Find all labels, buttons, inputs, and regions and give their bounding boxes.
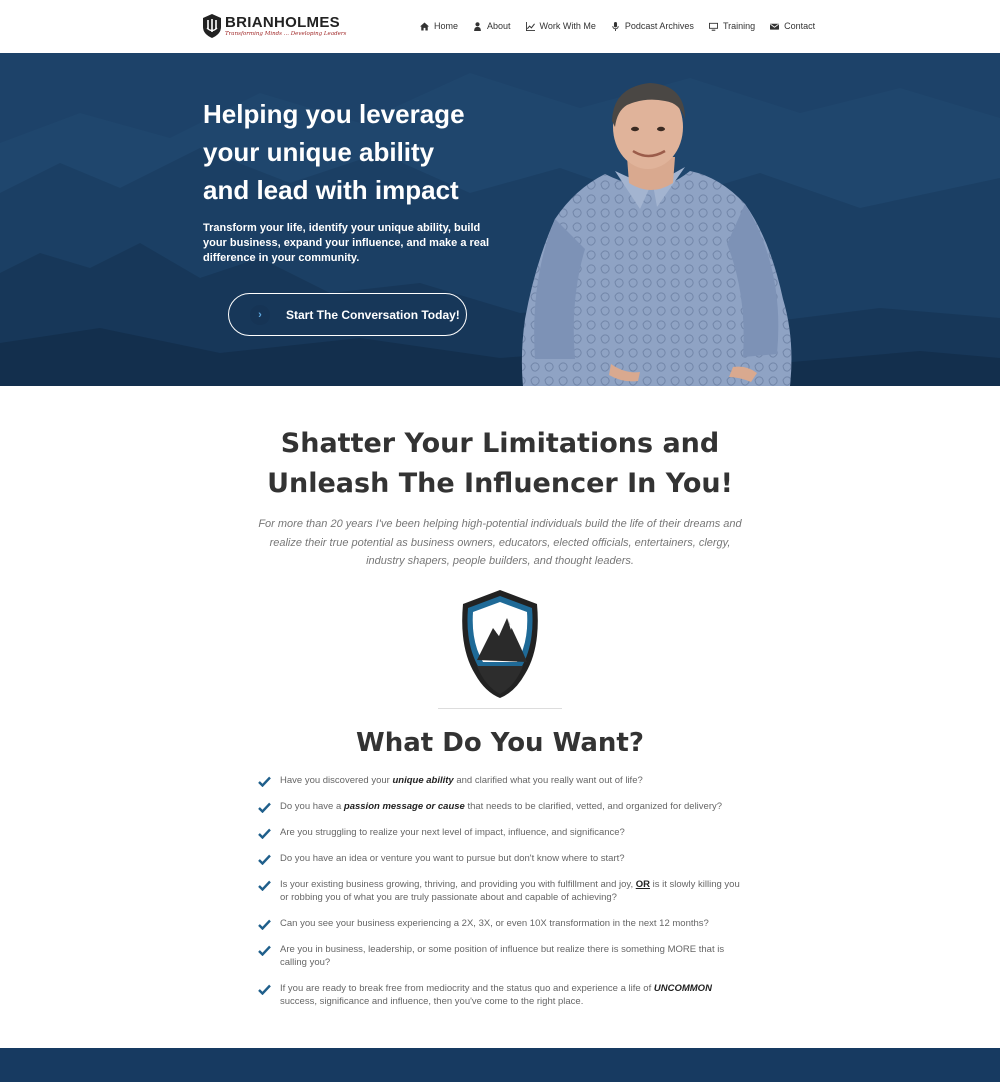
- checklist-emphasis: UNCOMMON: [653, 983, 712, 994]
- intro-heading: Shatter Your Limitations and Unleash The…: [0, 424, 1000, 504]
- nav-item-work-with-me[interactable]: Work With Me: [525, 20, 596, 32]
- mountain-shield-emblem-icon: [462, 590, 538, 698]
- checklist-text: Is your existing business growing, thriv…: [280, 879, 636, 890]
- intro-heading-line-1: Shatter Your Limitations and: [280, 428, 720, 459]
- nav-label-about: About: [487, 21, 511, 31]
- checklist-item: Is your existing business growing, thriv…: [258, 878, 748, 904]
- hero-subheadline: Transform your life, identify your uniqu…: [203, 222, 490, 264]
- hero-banner: Helping you leverage your unique ability…: [0, 53, 1000, 386]
- intro-description: For more than 20 years I've been helping…: [258, 518, 742, 567]
- user-icon: [474, 21, 481, 31]
- nav-item-podcast-archives[interactable]: Podcast Archives: [611, 20, 694, 32]
- checkmark-icon: [258, 880, 271, 891]
- main-menu: Home About Work With Me Podcast Archives…: [420, 20, 830, 32]
- checkmark-icon: [258, 802, 271, 813]
- start-conversation-label: Start The Conversation Today!: [286, 307, 460, 322]
- shield-logo-icon: [203, 14, 221, 38]
- hero-headline-line-2: your unique ability: [203, 137, 435, 167]
- checkmark-icon: [258, 776, 271, 787]
- brand-logo[interactable]: BRIANHOLMES Transforming Minds ... Devel…: [203, 14, 346, 38]
- checklist-text: that needs to be clarified, vetted, and …: [464, 801, 723, 812]
- brand-name: BRIANHOLMES: [225, 14, 340, 31]
- checklist-item: Do you have an idea or venture you want …: [258, 852, 748, 865]
- footer-band: [0, 1048, 1000, 1082]
- wants-heading: What Do You Want?: [356, 728, 644, 758]
- checklist-item: Have you discovered your unique ability …: [258, 774, 748, 787]
- portrait-photo: [521, 83, 792, 386]
- checklist-text: and clarified what you really want out o…: [453, 775, 643, 786]
- nav-item-about[interactable]: About: [473, 20, 511, 32]
- microphone-icon: [612, 21, 619, 31]
- top-navigation: BRIANHOLMES Transforming Minds ... Devel…: [0, 0, 1000, 53]
- hero-headline: Helping you leverage your unique ability…: [203, 95, 523, 209]
- checklist-item: If you are ready to break free from medi…: [258, 982, 748, 1008]
- checklist-text: Do you have a: [280, 801, 344, 812]
- nav-item-home[interactable]: Home: [420, 20, 458, 32]
- checklist-emphasis: unique ability: [392, 775, 454, 786]
- checklist-text: Are you in business, leadership, or some…: [280, 944, 725, 968]
- nav-label-contact: Contact: [784, 21, 816, 31]
- nav-item-contact[interactable]: Contact: [770, 20, 815, 32]
- checklist-text: If you are ready to break free from medi…: [280, 983, 654, 994]
- nav-label-home: Home: [434, 21, 459, 31]
- hero-headline-line-1: Helping you leverage: [203, 99, 465, 129]
- checklist-text: Are you struggling to realize your next …: [280, 827, 625, 838]
- checklist-item: Can you see your business experiencing a…: [258, 917, 748, 930]
- checklist-item: Are you in business, leadership, or some…: [258, 943, 748, 969]
- checklist-text: Can you see your business experiencing a…: [280, 918, 709, 929]
- checkmark-icon: [258, 919, 271, 930]
- intro-heading-line-2: Unleash The Influencer In You!: [267, 468, 733, 499]
- checkmark-icon: [258, 854, 271, 865]
- checkmark-icon: [258, 828, 271, 839]
- nav-label-work-with-me: Work With Me: [539, 21, 596, 31]
- checklist-text: Do you have an idea or venture you want …: [280, 853, 625, 864]
- checklist-emphasis: passion message or cause: [343, 801, 465, 812]
- section-divider: [438, 708, 562, 709]
- nav-item-training[interactable]: Training: [708, 20, 756, 32]
- checklist-emphasis: OR: [635, 879, 650, 890]
- envelope-icon: [770, 23, 780, 30]
- checklist-text: Have you discovered your: [280, 775, 393, 786]
- nav-label-podcast-archives: Podcast Archives: [624, 21, 694, 31]
- monitor-icon: [708, 22, 718, 31]
- home-icon: [420, 21, 429, 31]
- checklist-text: success, significance and influence, the…: [280, 996, 584, 1007]
- brand-tagline: Transforming Minds ... Developing Leader…: [225, 31, 347, 37]
- nav-label-training: Training: [722, 21, 756, 31]
- checkmark-icon: [258, 945, 271, 956]
- checkmark-icon: [258, 984, 271, 995]
- checklist-item: Are you struggling to realize your next …: [258, 826, 748, 839]
- start-conversation-button[interactable]: › Start The Conversation Today!: [228, 293, 467, 336]
- hero-headline-line-3: and lead with impact: [203, 175, 459, 205]
- chevron-right-icon: ›: [250, 304, 270, 325]
- checklist-item: Do you have a passion message or cause t…: [258, 800, 748, 813]
- wants-checklist: Have you discovered your unique ability …: [258, 774, 748, 1014]
- chart-icon: [525, 21, 535, 31]
